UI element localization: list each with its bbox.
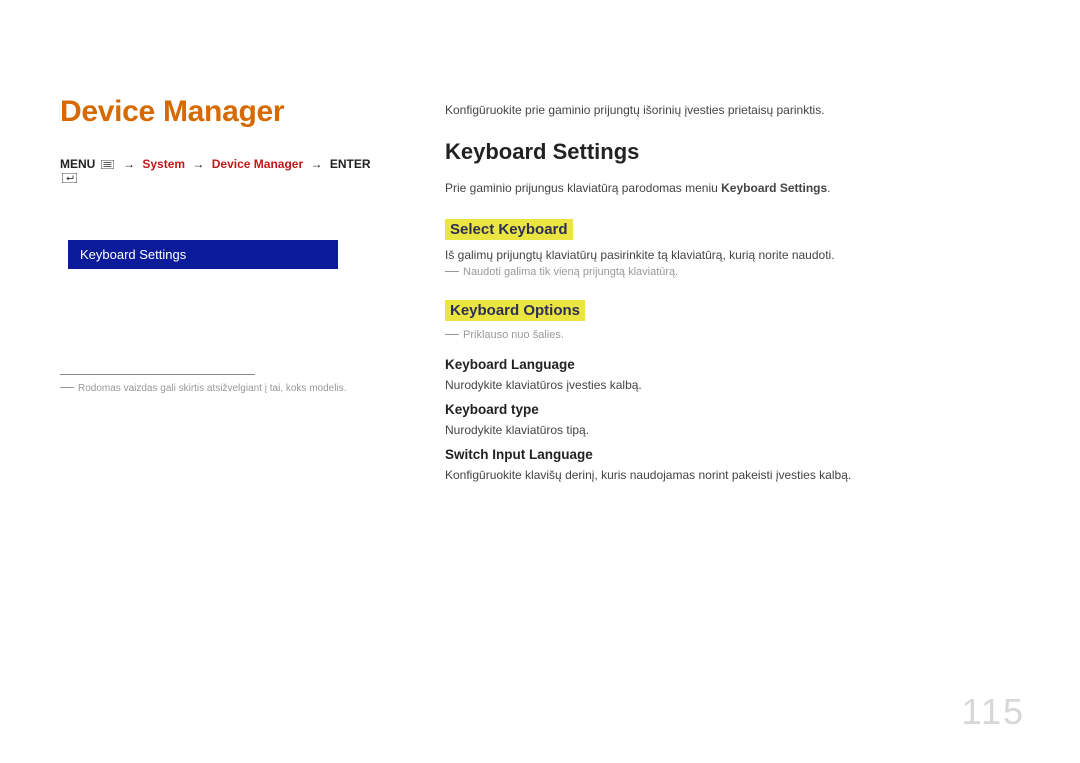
subsection-select-keyboard: Select Keyboard (445, 219, 573, 240)
arrow-icon: → (311, 157, 323, 171)
keyboard-language-desc: Nurodykite klaviatūros įvesties kalbą. (445, 378, 1020, 392)
note-text: Priklauso nuo šalies. (463, 329, 564, 341)
heading-keyboard-language: Keyboard Language (445, 357, 1020, 372)
menu-preview: Keyboard Settings (68, 240, 338, 269)
menu-item-keyboard-settings: Keyboard Settings (68, 240, 338, 269)
dash-icon (445, 334, 459, 335)
arrow-icon: → (192, 157, 204, 171)
intro-paragraph: Konfigūruokite prie gaminio prijungtų iš… (445, 103, 1020, 117)
heading-switch-input-language: Switch Input Language (445, 447, 1020, 462)
breadcrumb-enter: ENTER (330, 157, 371, 171)
heading-keyboard-type: Keyboard type (445, 402, 1020, 417)
right-column: Konfigūruokite prie gaminio prijungtų iš… (445, 95, 1020, 492)
note-text: Naudoti galima tik vieną prijungtą klavi… (463, 266, 678, 278)
section-keyboard-settings: Keyboard Settings (445, 139, 1020, 165)
subsection-keyboard-options: Keyboard Options (445, 300, 585, 321)
breadcrumb-device-manager: Device Manager (212, 157, 303, 171)
left-column: Device Manager MENU → System → Device Ma… (60, 95, 390, 492)
text-a: Prie gaminio prijungus klaviatūrą parodo… (445, 181, 721, 195)
text-c: . (827, 181, 830, 195)
page-title: Device Manager (60, 95, 390, 129)
keyboard-type-desc: Nurodykite klaviatūros tipą. (445, 423, 1020, 437)
switch-input-language-desc: Konfigūruokite klavišų derinį, kuris nau… (445, 468, 1020, 482)
select-keyboard-desc: Iš galimų prijungtų klaviatūrų pasirinki… (445, 248, 1020, 262)
dash-icon (445, 271, 459, 272)
footnote: Rodomas vaizdas gali skirtis atsižvelgia… (60, 383, 390, 394)
two-column-layout: Device Manager MENU → System → Device Ma… (60, 95, 1020, 492)
select-keyboard-note: Naudoti galima tik vieną prijungtą klavi… (445, 266, 1020, 278)
footnote-text: Rodomas vaizdas gali skirtis atsižvelgia… (78, 383, 346, 394)
dash-icon (60, 387, 74, 388)
breadcrumb-menu: MENU (60, 157, 95, 171)
divider (60, 374, 255, 375)
breadcrumb: MENU → System → Device Manager → ENTER (60, 157, 390, 185)
enter-icon (62, 173, 77, 183)
manual-page: Device Manager MENU → System → Device Ma… (0, 0, 1080, 763)
menu-icon (101, 160, 114, 169)
text-b: Keyboard Settings (721, 181, 827, 195)
keyboard-settings-desc: Prie gaminio prijungus klaviatūrą parodo… (445, 181, 1020, 195)
keyboard-options-note: Priklauso nuo šalies. (445, 329, 1020, 341)
arrow-icon: → (123, 157, 135, 171)
breadcrumb-system: System (142, 157, 185, 171)
page-number: 115 (962, 691, 1025, 733)
